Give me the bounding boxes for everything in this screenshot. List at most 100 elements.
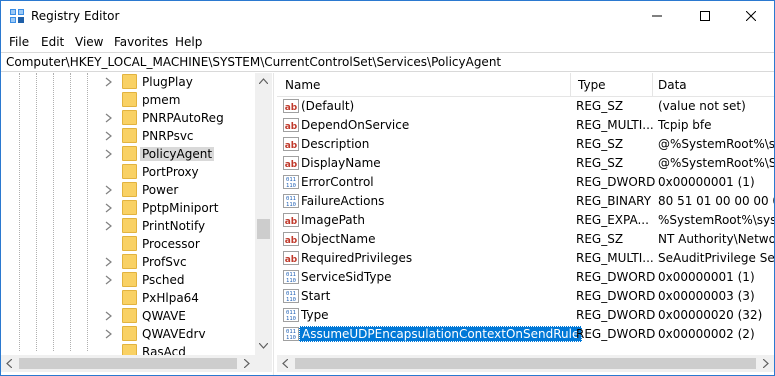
tree-vertical-scroll-thumb[interactable] (257, 219, 270, 239)
chevron-right-icon[interactable] (105, 329, 113, 339)
string-value-icon: ab (283, 137, 299, 151)
value-name: RequiredPrivileges (301, 251, 413, 265)
value-row[interactable]: abImagePath REG_EXPA... %SystemRoot%\syste (277, 211, 774, 230)
chevron-right-icon[interactable] (105, 77, 113, 87)
chevron-right-icon[interactable] (105, 203, 113, 213)
value-type: REG_DWORD (576, 289, 656, 303)
folder-icon (122, 308, 137, 323)
chevron-right-icon[interactable] (105, 221, 113, 231)
tree-item-label: PNRPAutoReg (142, 111, 224, 125)
tree-item[interactable]: PolicyAgent (1, 145, 256, 163)
value-row[interactable]: ab RequiredPrivileges REG_MULTI... SeAuditP… (277, 249, 774, 268)
column-data-header[interactable]: Data (658, 78, 687, 92)
tree-item[interactable]: QWAVEdrv (1, 325, 256, 343)
tree-item[interactable]: PrintNotify (1, 217, 256, 235)
value-row[interactable]: ab (Default) REG_SZ (value not set) (277, 97, 774, 116)
folder-icon (122, 200, 137, 215)
scroll-right-icon[interactable] (244, 359, 250, 368)
address-bar[interactable]: Computer\HKEY_LOCAL_MACHINE\SYSTEM\Curre… (1, 52, 774, 72)
value-row[interactable]: ab DependOnService REG_MULTI... Tcpip bfe (277, 116, 774, 135)
chevron-right-icon[interactable] (105, 185, 113, 195)
column-name-header[interactable]: Name (285, 78, 320, 92)
menu-favorites[interactable]: Favorites (114, 35, 168, 49)
folder-icon (122, 164, 137, 179)
svg-text:110: 110 (286, 278, 296, 284)
value-type: REG_DWORD (576, 175, 656, 189)
minimize-button[interactable] (634, 1, 680, 31)
value-row[interactable]: 011 110 ServiceSidType REG_DWORD 0x00000001 … (277, 268, 774, 287)
value-data: %SystemRoot%\syste (658, 213, 774, 227)
tree-item[interactable]: Power (1, 181, 256, 199)
folder-icon (122, 272, 137, 287)
tree-item[interactable]: PortProxy (1, 163, 256, 181)
value-data: 0x00000001 (1) (658, 270, 755, 284)
tree-item[interactable]: PptpMiniport (1, 199, 256, 217)
value-data: 0x00000001 (1) (658, 175, 755, 189)
column-separator[interactable] (570, 73, 571, 97)
value-name: ObjectName (301, 232, 376, 246)
tree-item[interactable]: PlugPlay (1, 73, 256, 91)
tree-item[interactable]: ProfSvc (1, 253, 256, 271)
binary-value-icon: 011110 (283, 194, 299, 208)
tree-item-label: Power (142, 183, 179, 197)
tree-item-label: pmem (142, 93, 181, 107)
chevron-right-icon[interactable] (105, 149, 113, 159)
value-name: DisplayName (301, 156, 381, 170)
key-tree-pane[interactable]: PlugPlay pmem PNRPAutoReg PNRPsvc PolicyAgen… (1, 73, 273, 375)
tree-item[interactable]: Processor (1, 235, 256, 253)
values-list-pane[interactable]: Name Type Data ab (Default) REG_SZ (value n… (277, 73, 774, 375)
value-data: 0x00000003 (3) (658, 289, 755, 303)
value-row[interactable]: abDisplayName REG_SZ @%SystemRoot%\Sys (277, 154, 774, 173)
menu-help[interactable]: Help (175, 35, 202, 49)
value-row[interactable]: 011 110 ErrorControl REG_DWORD 0x00000001 (1… (277, 173, 774, 192)
tree-item[interactable]: QWAVE (1, 307, 256, 325)
value-row[interactable]: 011 110 FailureActions REG_BINARY 80 51 01 0… (277, 192, 774, 211)
tree-item[interactable]: PNRPAutoReg (1, 109, 256, 127)
address-path[interactable]: Computer\HKEY_LOCAL_MACHINE\SYSTEM\Curre… (6, 55, 501, 69)
column-separator[interactable] (652, 73, 653, 97)
menu-view[interactable]: View (75, 35, 103, 49)
folder-icon (122, 182, 137, 197)
scroll-left-icon[interactable] (6, 359, 12, 368)
tree-item-label: PortProxy (142, 165, 199, 179)
value-name: DependOnService (301, 118, 410, 132)
scroll-left-icon[interactable] (282, 359, 288, 368)
menu-edit[interactable]: Edit (41, 35, 64, 49)
tree-guide-line (36, 73, 37, 351)
close-button[interactable] (728, 1, 774, 31)
chevron-right-icon[interactable] (105, 113, 113, 123)
value-row[interactable]: 011 110 AssumeUDPEncapsulationContextOnSen… (277, 325, 774, 344)
values-horizontal-scroll-thumb[interactable] (295, 358, 756, 369)
menu-file[interactable]: File (9, 35, 29, 49)
value-name: Start (301, 289, 331, 303)
chevron-right-icon[interactable] (105, 257, 113, 267)
tree-horizontal-scroll-thumb[interactable] (19, 358, 237, 369)
tree-item-label: PptpMiniport (142, 201, 219, 215)
value-row[interactable]: abDescription REG_SZ @%SystemRoot%\sys (277, 135, 774, 154)
value-row[interactable]: 011 110 Start REG_DWORD 0x00000003 (3) (277, 287, 774, 306)
title-bar[interactable]: Registry Editor (1, 1, 774, 31)
tree-item[interactable]: PxHlpa64 (1, 289, 256, 307)
values-horizontal-scrollbar[interactable] (277, 355, 774, 372)
tree-horizontal-scrollbar[interactable] (1, 355, 272, 372)
value-name: ServiceSidType (301, 270, 392, 284)
tree-item[interactable]: pmem (1, 91, 256, 109)
value-row[interactable]: abObjectName REG_SZ NT Authority\Network (277, 230, 774, 249)
tree-vertical-scrollbar[interactable] (255, 73, 272, 355)
chevron-right-icon[interactable] (105, 311, 113, 321)
value-row[interactable]: 011 110 Type REG_DWORD 0x00000020 (32) (277, 306, 774, 325)
binary-value-icon: 011110 (283, 327, 299, 341)
value-type: REG_DWORD (576, 308, 656, 322)
tree-item-label: QWAVE (142, 309, 186, 323)
value-name: (Default) (301, 99, 355, 113)
chevron-right-icon[interactable] (105, 131, 113, 141)
tree-item[interactable]: PNRPsvc (1, 127, 256, 145)
scroll-up-icon[interactable] (259, 78, 268, 84)
tree-item[interactable]: Psched (1, 271, 256, 289)
maximize-button[interactable] (682, 1, 728, 31)
column-type-header[interactable]: Type (578, 78, 606, 92)
scroll-down-icon[interactable] (259, 343, 268, 349)
chevron-right-icon[interactable] (105, 275, 113, 285)
scroll-right-icon[interactable] (763, 359, 769, 368)
value-type: REG_SZ (576, 137, 624, 151)
